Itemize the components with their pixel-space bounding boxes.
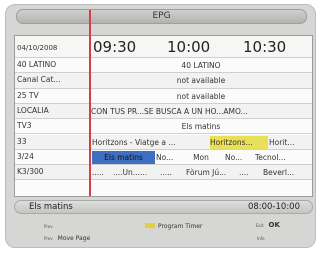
program-cell[interactable]: not available <box>91 90 311 103</box>
time-slot-3: 10:30 <box>243 38 287 56</box>
program-cell[interactable]: Els matins <box>91 120 311 133</box>
channel-row[interactable]: 40 LATINO 40 LATINO <box>15 58 312 74</box>
channel-row[interactable]: K3/300 ..... ....Un...... ..... Fòrum Jú… <box>15 165 312 181</box>
program-cell-highlighted[interactable]: Horitzons... <box>210 135 268 149</box>
program-info-bar: Els matins 08:00-10:00 <box>14 200 313 214</box>
program-cell[interactable]: ....Un...... <box>113 166 158 179</box>
channel-row[interactable]: 33 Horitzons - Viatge a ... Horitzons...… <box>15 134 312 150</box>
help-move-page: Prev Move Page <box>44 235 90 242</box>
channel-name: Canal Cat... <box>15 73 90 88</box>
move-page-label: Move Page <box>57 235 91 242</box>
page-key-icon: Prev <box>44 236 53 241</box>
program-cell[interactable]: ..... <box>92 166 112 179</box>
channel-name: 3/24 <box>15 149 90 165</box>
channel-name: 25 TV <box>15 88 90 103</box>
empty-row <box>15 180 312 197</box>
help-program-timer: Program Timer <box>158 223 202 230</box>
current-time-indicator <box>89 10 91 196</box>
program-cell[interactable]: Horitzons - Viatge a ... <box>92 136 209 149</box>
program-cell[interactable]: Mon <box>180 151 222 164</box>
program-cell-selected[interactable]: Els matins <box>92 150 155 164</box>
time-slot-1: 09:30 <box>93 38 137 56</box>
channel-row[interactable]: LOCALIA CON TUS PR...SE BUSCA A UN HO...… <box>15 103 312 120</box>
program-timer-label: Program Timer <box>158 223 203 230</box>
yellow-key-icon <box>145 223 155 228</box>
program-cell[interactable]: Beverl... <box>263 166 311 179</box>
date-label: 04/10/2008 <box>17 44 58 52</box>
time-header: 04/10/2008 09:30 10:00 10:30 <box>15 36 312 58</box>
info-key-label: Info <box>257 236 265 241</box>
exit-key-icon: Exit <box>256 223 264 228</box>
channel-name: 40 LATINO <box>15 58 90 73</box>
epg-grid: 04/10/2008 09:30 10:00 10:30 40 LATINO 4… <box>14 35 313 197</box>
prev-key-icon: Prev <box>44 224 53 229</box>
program-cell[interactable]: No... <box>225 151 253 164</box>
selected-program-time: 08:00-10:00 <box>247 202 300 212</box>
program-cell[interactable]: Tecnol... <box>255 151 311 164</box>
channel-name: K3/300 <box>15 165 90 180</box>
channel-name: 33 <box>15 134 90 149</box>
channel-name: LOCALIA <box>15 103 90 119</box>
program-cell[interactable]: Fòrum Jú... <box>186 166 236 179</box>
channel-row[interactable]: TV3 Els matins <box>15 119 312 135</box>
help-ok: Exit OK <box>256 221 280 229</box>
program-cell[interactable]: CON TUS PR...SE BUSCA A UN HO...AMO... <box>91 105 311 118</box>
channel-name: TV3 <box>15 119 90 134</box>
epg-screen: EPG 04/10/2008 09:30 10:00 10:30 40 LATI… <box>5 4 316 248</box>
program-cell[interactable]: .... <box>239 166 261 179</box>
help-prev: Prev <box>44 223 56 230</box>
program-cell[interactable]: No... <box>156 151 178 164</box>
program-cell[interactable]: Horit... <box>269 136 311 149</box>
ok-label: OK <box>268 221 280 229</box>
time-slot-2: 10:00 <box>167 38 211 56</box>
channel-row[interactable]: 25 TV not available <box>15 88 312 104</box>
program-cell[interactable]: 40 LATINO <box>91 59 311 72</box>
help-info: Info <box>257 235 268 242</box>
channel-row[interactable]: 3/24 Els matins No... Mon No... Tecnol..… <box>15 149 312 166</box>
selected-program-title: Els matins <box>29 202 73 212</box>
epg-title: EPG <box>16 9 307 24</box>
channel-row[interactable]: Canal Cat... not available <box>15 73 312 89</box>
program-cell[interactable]: ..... <box>160 166 184 179</box>
help-legend: Prev Prev Move Page Program Timer Exit O… <box>6 218 315 247</box>
program-cell[interactable]: not available <box>91 74 311 87</box>
